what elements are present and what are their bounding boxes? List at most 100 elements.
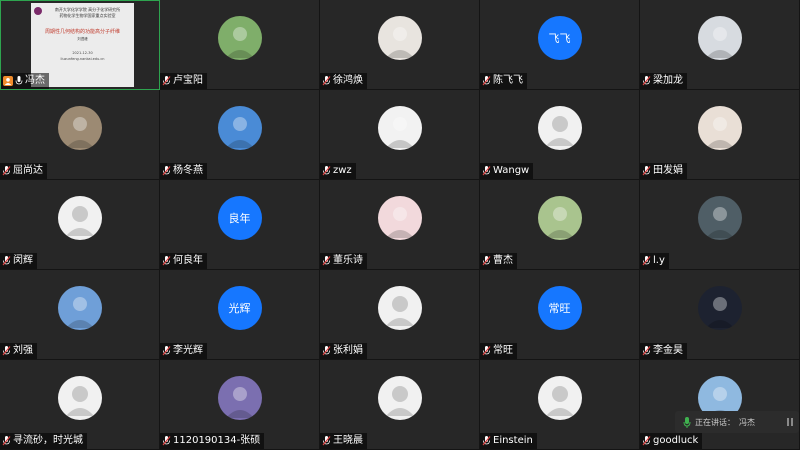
avatar [377,16,422,60]
speaking-name: 冯杰 [739,417,755,427]
nameplate: 陈飞飞 [480,73,527,89]
participant-tile[interactable]: 李金昊 [640,270,800,360]
participant-tile[interactable]: 徐鸿焕 [320,0,480,90]
participant-name: 董乐诗 [333,255,363,266]
participant-name: Wangw [493,165,530,176]
participant-name: 杨冬燕 [173,165,203,176]
avatar-initials: 飞飞 [548,32,571,45]
participant-tile[interactable]: Einstein [480,360,640,450]
nameplate: 何良年 [160,253,207,269]
avatar-image [385,117,414,148]
participant-tile[interactable]: 1120190134-张硕 [160,360,320,450]
participant-name: 李光辉 [173,345,203,356]
avatar [217,376,262,420]
nameplate: goodluck [640,433,703,449]
participant-name: 张利娟 [333,345,363,356]
avatar [377,106,422,150]
avatar-image [225,387,254,418]
avatar [217,106,262,150]
speaking-label: 正在讲话： [695,417,735,427]
mic-muted-icon [162,76,171,86]
participant-name: 冯杰 [25,75,45,86]
avatar [697,16,742,60]
participant-name: 1120190134-张硕 [173,435,261,446]
avatar-image [385,207,414,238]
avatar-image [225,27,254,58]
avatar: 光辉 [217,286,262,330]
participant-tile[interactable]: 张利娟 [320,270,480,360]
avatar [377,286,422,330]
mic-muted-icon [2,346,11,356]
participant-tile[interactable]: 屈尚达 [0,90,160,180]
participant-tile[interactable]: 曹杰 [480,180,640,270]
mic-muted-icon [322,346,331,356]
avatar-initials: 常旺 [548,302,571,315]
host-icon [3,76,13,86]
microphone-icon [683,416,691,428]
participant-tile[interactable]: 良年何良年 [160,180,320,270]
participant-tile[interactable]: 田发娟 [640,90,800,180]
nameplate: Wangw [480,163,534,179]
avatar-image [545,207,574,238]
mic-muted-icon [322,76,331,86]
participant-tile[interactable]: 董乐诗 [320,180,480,270]
participant-name: Einstein [493,435,533,446]
participant-tile[interactable]: 飞飞陈飞飞 [480,0,640,90]
mic-muted-icon [322,256,331,266]
participant-tile[interactable]: goodluck [640,360,800,450]
person-icon [385,296,414,326]
avatar [697,106,742,150]
avatar [537,376,582,420]
avatar-image [705,207,734,238]
person-icon [545,116,574,146]
mic-muted-icon [162,166,171,176]
avatar-image [385,27,414,58]
avatar [537,106,582,150]
mic-muted-icon [162,256,171,266]
participant-tile[interactable]: 常旺 常旺 [480,270,640,360]
university-logo [34,7,42,15]
participant-name: 徐鸿焕 [333,75,363,86]
participant-name: 陈飞飞 [493,75,523,86]
avatar: 常旺 [537,286,582,330]
mic-muted-icon [2,256,11,266]
avatar-initials: 良年 [228,212,251,225]
avatar [537,196,582,240]
participant-tile[interactable]: 闵辉 [0,180,160,270]
participant-tile[interactable]: 光辉李光辉 [160,270,320,360]
participant-tile[interactable]: zwz [320,90,480,180]
participant-tile[interactable]: l.y [640,180,800,270]
avatar-image [65,297,94,328]
participant-tile[interactable]: 寻流砂，时光城 [0,360,160,450]
participant-tile[interactable]: 梁加龙 [640,0,800,90]
mic-muted-icon [482,76,491,86]
nameplate: 卢宝阳 [160,73,207,89]
mic-muted-icon [482,436,491,446]
avatar [697,286,742,330]
participant-tile[interactable]: 王晓晨 [320,360,480,450]
nameplate: 李金昊 [640,343,687,359]
nameplate: 徐鸿焕 [320,73,367,89]
nameplate: 冯杰 [1,73,49,89]
nameplate: l.y [640,253,669,269]
avatar [57,376,102,420]
nameplate: 常旺 [480,343,517,359]
nameplate: 曹杰 [480,253,517,269]
mic-muted-icon [162,436,171,446]
avatar-image [705,27,734,58]
slide-title: 周期性几何结构的功能高分子纤维 [44,29,120,35]
collapse-handle[interactable] [787,418,793,426]
participant-tile[interactable]: 南开大学化学学院 高分子化学研究所 药物化学生物学国家重点实验室 周期性几何结构的功… [0,0,160,90]
participant-name: 田发娟 [653,165,683,176]
participant-tile[interactable]: 卢宝阳 [160,0,320,90]
participant-tile[interactable]: 杨冬燕 [160,90,320,180]
person-icon [65,386,94,416]
participant-tile[interactable]: 刘强 [0,270,160,360]
mic-muted-icon [2,436,11,446]
avatar-image [225,117,254,148]
nameplate: 杨冬燕 [160,163,207,179]
nameplate: Einstein [480,433,537,449]
participant-tile[interactable]: Wangw [480,90,640,180]
mic-muted-icon [482,166,491,176]
participant-name: 何良年 [173,255,203,266]
